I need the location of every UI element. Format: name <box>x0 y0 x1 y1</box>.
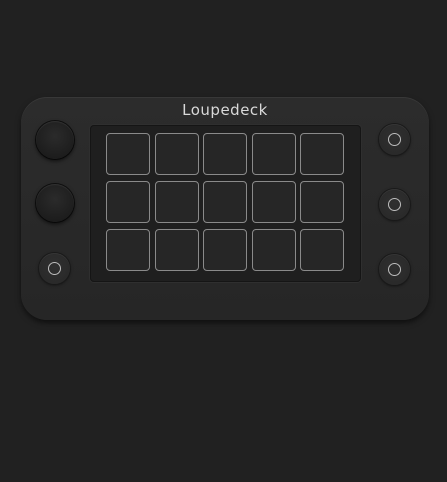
circle-icon <box>48 262 61 275</box>
touch-key-2-1[interactable] <box>106 181 150 223</box>
touch-key-3-4[interactable] <box>251 229 296 271</box>
touch-key-1-1[interactable] <box>106 133 150 175</box>
touch-key-2-5[interactable] <box>300 181 344 223</box>
touch-key-3-5[interactable] <box>300 229 344 271</box>
loupedeck-device: Loupedeck <box>21 97 429 320</box>
right-round-button-bottom[interactable] <box>379 254 410 285</box>
touch-key-3-1[interactable] <box>106 229 150 271</box>
circle-icon <box>388 263 401 276</box>
right-round-button-top[interactable] <box>379 124 410 155</box>
left-dial-top[interactable] <box>36 121 74 159</box>
touch-screen[interactable] <box>90 125 361 282</box>
touch-key-2-3[interactable] <box>203 181 247 223</box>
left-dial-bottom[interactable] <box>36 184 74 222</box>
touch-key-1-2[interactable] <box>154 133 199 175</box>
touch-key-1-4[interactable] <box>251 133 296 175</box>
left-round-button[interactable] <box>39 253 70 284</box>
touch-key-3-3[interactable] <box>203 229 247 271</box>
touch-key-2-4[interactable] <box>251 181 296 223</box>
brand-logo: Loupedeck <box>182 101 268 119</box>
right-round-button-middle[interactable] <box>379 189 410 220</box>
circle-icon <box>388 198 401 211</box>
touch-key-2-2[interactable] <box>154 181 199 223</box>
touch-key-1-3[interactable] <box>203 133 247 175</box>
touch-key-1-5[interactable] <box>300 133 344 175</box>
touch-key-3-2[interactable] <box>154 229 199 271</box>
circle-icon <box>388 133 401 146</box>
